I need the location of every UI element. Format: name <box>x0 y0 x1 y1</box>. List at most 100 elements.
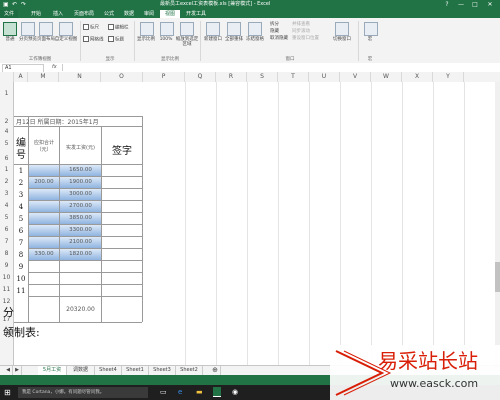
row-number[interactable]: 5 <box>0 140 13 147</box>
sheet-tab[interactable]: 调数据 <box>67 366 95 375</box>
macros-icon[interactable] <box>364 22 378 36</box>
headings-checkbox[interactable]: 标题 <box>108 36 124 43</box>
column-header[interactable]: A <box>14 72 28 82</box>
freeze-panes-icon[interactable] <box>248 22 262 36</box>
page-break-view-icon[interactable] <box>21 22 35 36</box>
side-by-side-button[interactable]: 并排查看 <box>292 22 310 27</box>
excel-taskbar-icon[interactable] <box>213 387 221 397</box>
row-number[interactable]: 2 <box>0 178 13 185</box>
scrollbar-thumb[interactable] <box>495 262 500 292</box>
tab-file[interactable]: 文件 <box>0 10 18 18</box>
column-header[interactable]: R <box>216 72 247 82</box>
employee-number[interactable]: 4 <box>14 202 28 212</box>
tab-developer[interactable]: 开发工具 <box>182 10 210 18</box>
actual-pay-cell[interactable]: 1900.00 <box>60 179 101 185</box>
tab-page-layout[interactable]: 页面布局 <box>70 10 98 18</box>
sheet-tab[interactable]: Sheet2 <box>176 366 203 375</box>
column-header[interactable]: Q <box>185 72 216 82</box>
actual-pay-cell[interactable]: 2700.00 <box>60 203 101 209</box>
new-window-icon[interactable] <box>206 22 220 36</box>
hide-button[interactable]: 隐藏 <box>270 29 279 34</box>
reset-window-button[interactable]: 重设窗口位置 <box>292 36 319 41</box>
column-header[interactable]: M <box>28 72 59 82</box>
zoom-100-icon[interactable] <box>160 22 174 36</box>
column-header[interactable]: P <box>143 72 185 82</box>
undo-icon[interactable]: ↶ <box>12 1 17 8</box>
row-number[interactable]: 4 <box>0 128 13 135</box>
column-header[interactable]: Y <box>433 72 464 82</box>
prev-sheet-icon[interactable]: ◀ <box>4 366 13 375</box>
row-number[interactable]: 10 <box>0 274 13 281</box>
employee-number[interactable]: 8 <box>14 250 28 260</box>
windows-start-icon[interactable]: ⊞ <box>4 388 11 397</box>
tab-review[interactable]: 审阅 <box>140 10 158 18</box>
tab-insert[interactable]: 插入 <box>48 10 68 18</box>
normal-view-icon[interactable] <box>3 22 17 36</box>
next-sheet-icon[interactable]: ▶ <box>13 366 22 375</box>
employee-number[interactable]: 9 <box>14 262 28 272</box>
employee-number[interactable]: 2 <box>14 178 28 188</box>
app-icon[interactable]: ◉ <box>232 388 238 396</box>
page-layout-view-icon[interactable] <box>39 22 53 36</box>
deduction-cell[interactable]: 330.00 <box>29 251 59 257</box>
task-view-icon[interactable]: ▭ <box>160 388 167 396</box>
switch-window-icon[interactable] <box>335 22 349 36</box>
actual-pay-cell[interactable]: 1820.00 <box>60 251 101 257</box>
save-icon[interactable]: ▣ <box>3 1 9 8</box>
close-button[interactable]: ✕ <box>483 0 497 9</box>
row-number[interactable]: 2 <box>0 118 13 125</box>
actual-pay-cell[interactable]: 3000.00 <box>60 191 101 197</box>
formula-input[interactable] <box>62 64 495 71</box>
employee-number[interactable]: 10 <box>14 274 28 284</box>
column-header[interactable]: W <box>371 72 402 82</box>
file-explorer-icon[interactable]: ▬ <box>196 388 203 396</box>
ruler-checkbox[interactable]: 标尺 <box>83 24 99 31</box>
actual-pay-cell[interactable]: 3850.00 <box>60 215 101 221</box>
column-header[interactable]: N <box>59 72 101 82</box>
total-value[interactable]: 20320.00 <box>61 306 100 313</box>
employee-number[interactable]: 5 <box>14 214 28 224</box>
row-number[interactable]: 6 <box>0 226 13 233</box>
row-number[interactable]: 11 <box>0 286 13 293</box>
column-header[interactable]: S <box>247 72 278 82</box>
row-number[interactable]: 1 <box>0 90 13 97</box>
column-header[interactable]: T <box>278 72 309 82</box>
help-button[interactable]: ? <box>440 0 454 9</box>
actual-pay-cell[interactable]: 2100.00 <box>60 239 101 245</box>
worksheet-grid[interactable]: 1 2 4 5 6 1 2 3 4 5 6 7 8 9 10 11 12 17 … <box>0 82 495 365</box>
column-header[interactable]: V <box>340 72 371 82</box>
arrange-all-icon[interactable] <box>227 22 241 36</box>
row-number[interactable]: 3 <box>0 190 13 197</box>
employee-number[interactable]: 7 <box>14 238 28 248</box>
employee-number[interactable]: 1 <box>14 166 28 176</box>
tab-view[interactable]: 视图 <box>160 10 180 18</box>
row-number[interactable]: 1 <box>0 166 13 173</box>
edge-icon[interactable]: e <box>178 388 182 396</box>
maximize-button[interactable]: □ <box>468 0 482 9</box>
formula-bar-checkbox[interactable]: 编辑栏 <box>108 24 129 31</box>
add-sheet-icon[interactable]: ⊕ <box>210 366 221 375</box>
vertical-scrollbar[interactable] <box>495 82 500 365</box>
column-header[interactable]: O <box>101 72 143 82</box>
sync-scroll-button[interactable]: 同步滚动 <box>292 29 310 34</box>
tab-home[interactable]: 开始 <box>26 10 46 18</box>
fx-icon[interactable]: fx <box>52 64 57 71</box>
sheet-tab[interactable]: Sheet1 <box>122 366 149 375</box>
employee-number[interactable]: 6 <box>14 226 28 236</box>
deduction-cell[interactable]: 200.00 <box>29 179 59 185</box>
sheet-tab[interactable]: Sheet3 <box>149 366 176 375</box>
tab-data[interactable]: 数据 <box>120 10 138 18</box>
select-all-corner[interactable] <box>0 72 14 82</box>
zoom-icon[interactable] <box>140 22 154 36</box>
employee-number[interactable]: 11 <box>14 286 28 296</box>
row-number[interactable]: 5 <box>0 214 13 221</box>
custom-views-icon[interactable] <box>59 22 73 36</box>
split-button[interactable]: 拆分 <box>270 22 279 27</box>
actual-pay-cell[interactable]: 1650.00 <box>60 167 101 173</box>
row-number[interactable]: 7 <box>0 238 13 245</box>
sheet-tab[interactable]: Sheet4 <box>95 366 122 375</box>
column-header[interactable]: U <box>309 72 340 82</box>
actual-pay-cell[interactable]: 3300.00 <box>60 227 101 233</box>
tab-formulas[interactable]: 公式 <box>100 10 118 18</box>
cortana-search-box[interactable]: 我是 Cortana，小娜。有问题尽管问我。 <box>18 387 148 398</box>
